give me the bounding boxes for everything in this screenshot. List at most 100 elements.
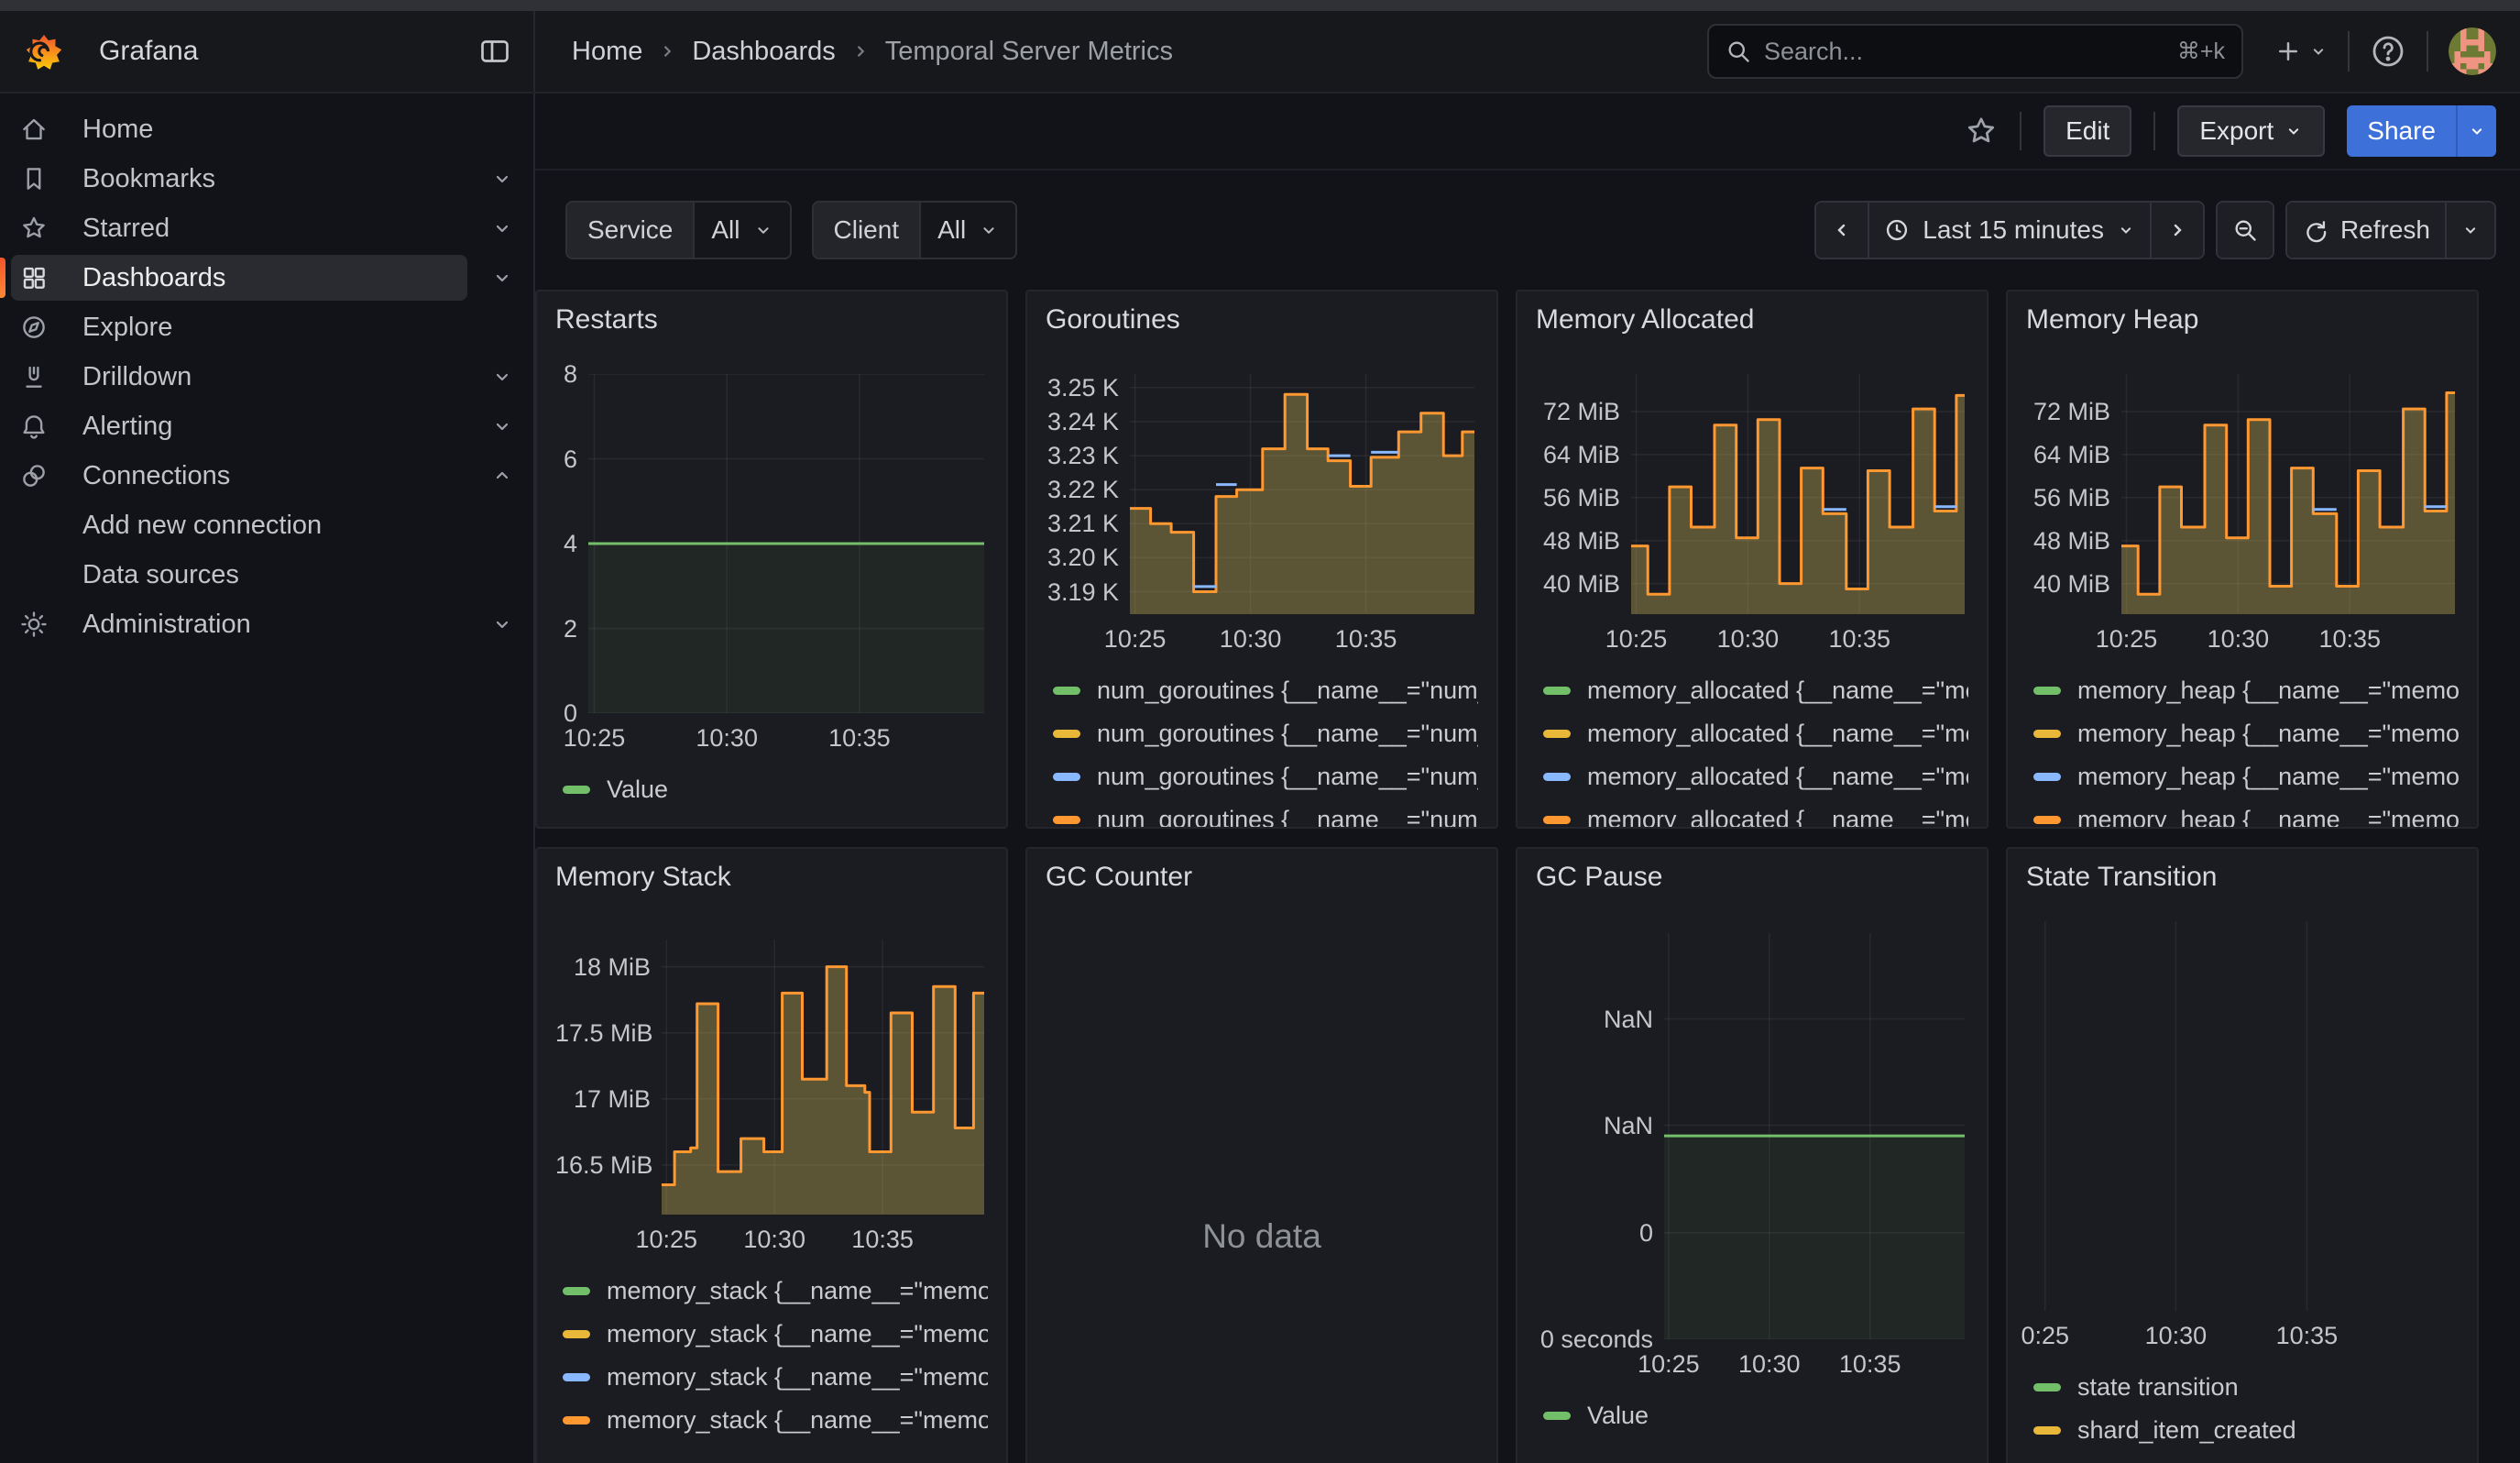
panel-title[interactable]: GC Counter bbox=[1046, 862, 1478, 902]
series-label: memory_heap {__name__="memory_h bbox=[2077, 720, 2459, 748]
legend-item[interactable]: state transition bbox=[2033, 1366, 2459, 1409]
legend-item[interactable]: shard_item_created bbox=[2033, 1409, 2459, 1452]
y-axis-tick: 17 MiB bbox=[555, 1085, 651, 1114]
search-shortcut: ⌘+k bbox=[2177, 38, 2225, 65]
compass-icon bbox=[20, 314, 48, 341]
share-menu-button[interactable] bbox=[2456, 105, 2496, 157]
panel-memory-heap: Memory Heap40 MiB48 MiB56 MiB64 MiB72 Mi… bbox=[2006, 290, 2479, 829]
chevron-down-icon bbox=[491, 613, 513, 635]
panel-title[interactable]: Memory Heap bbox=[2026, 304, 2459, 345]
legend-item[interactable]: Value bbox=[1543, 1394, 1968, 1437]
series-color-swatch bbox=[1053, 816, 1080, 824]
export-button[interactable]: Export bbox=[2177, 105, 2325, 157]
legend-item[interactable]: num_goroutines {__name__="num_go bbox=[1053, 798, 1478, 829]
panel-title[interactable]: Memory Stack bbox=[555, 862, 988, 902]
series-color-swatch bbox=[2033, 1383, 2061, 1392]
edit-button[interactable]: Edit bbox=[2043, 105, 2131, 157]
sidebar-item-bookmarks[interactable]: Bookmarks bbox=[0, 154, 533, 204]
legend-item[interactable]: memory_stack {__name__="memory_s bbox=[563, 1270, 988, 1313]
series-label: memory_stack {__name__="memory_s bbox=[607, 1363, 988, 1392]
sidebar-item-drilldown[interactable]: Drilldown bbox=[0, 352, 533, 402]
time-back-button[interactable] bbox=[1816, 203, 1868, 258]
legend-item[interactable]: memory_stack {__name__="memory_s bbox=[563, 1399, 988, 1442]
sidebar-item-label: Starred bbox=[82, 214, 170, 244]
panel-grid: Restarts0246810:2510:3010:35ValueGorouti… bbox=[535, 290, 2520, 1463]
filter-value-dropdown[interactable]: All bbox=[693, 203, 789, 258]
x-axis-tick: 10:25 bbox=[636, 1226, 698, 1254]
x-axis-tick: 10:25 bbox=[1605, 625, 1668, 654]
series-color-swatch bbox=[2033, 730, 2061, 738]
legend-item[interactable]: num_goroutines {__name__="num_go bbox=[1053, 669, 1478, 712]
legend-item[interactable]: memory_allocated {__name__="memo bbox=[1543, 712, 1968, 755]
chevron-down-icon bbox=[2309, 42, 2328, 60]
refresh-button[interactable]: Refresh bbox=[2287, 203, 2445, 258]
legend-item[interactable]: memory_heap {__name__="memory_h bbox=[2033, 669, 2459, 712]
panel-gc-counter: GC CounterNo data bbox=[1025, 847, 1498, 1463]
sidebar-item-home[interactable]: Home bbox=[0, 104, 533, 154]
series-label: memory_stack {__name__="memory_s bbox=[607, 1277, 988, 1305]
clock-icon bbox=[1884, 217, 1910, 243]
time-forward-button[interactable] bbox=[2150, 203, 2203, 258]
sidebar-item-dashboards[interactable]: Dashboards bbox=[0, 253, 533, 302]
panel-title[interactable]: State Transition bbox=[2026, 862, 2459, 902]
panel-title[interactable]: Restarts bbox=[555, 304, 988, 345]
legend-item[interactable]: memory_allocated {__name__="memo bbox=[1543, 798, 1968, 829]
series-color-swatch bbox=[1543, 730, 1571, 738]
window-top-strip bbox=[0, 0, 2520, 11]
time-range-button[interactable]: Last 15 minutes bbox=[1868, 203, 2150, 258]
chevron-down-icon bbox=[979, 220, 999, 240]
y-axis-tick: 3.20 K bbox=[1046, 544, 1119, 572]
sidebar-item-explore[interactable]: Explore bbox=[0, 302, 533, 352]
share-button[interactable]: Share bbox=[2347, 105, 2456, 157]
help-icon[interactable] bbox=[2370, 33, 2406, 70]
legend-item[interactable]: num_goroutines {__name__="num_go bbox=[1053, 755, 1478, 798]
chart-plot bbox=[588, 374, 984, 713]
search-input[interactable] bbox=[1764, 38, 2164, 66]
zoom-out-button[interactable] bbox=[2218, 203, 2273, 258]
favorite-star-icon[interactable] bbox=[1965, 115, 1998, 148]
panel-legend: Value bbox=[1543, 1394, 1968, 1437]
sidebar-collapse-icon[interactable] bbox=[478, 35, 511, 68]
legend-item[interactable]: memory_allocated {__name__="memo bbox=[1543, 755, 1968, 798]
sidebar-item-alerting[interactable]: Alerting bbox=[0, 402, 533, 451]
panel-legend: memory_allocated {__name__="memomemory_a… bbox=[1543, 669, 1968, 829]
legend-item[interactable]: memory_heap {__name__="memory_h bbox=[2033, 755, 2459, 798]
breadcrumb-home[interactable]: Home bbox=[572, 37, 642, 67]
divider bbox=[2427, 31, 2428, 72]
x-axis-tick: 10:35 bbox=[1335, 625, 1397, 654]
panel-title[interactable]: Memory Allocated bbox=[1536, 304, 1968, 345]
sidebar-item-administration[interactable]: Administration bbox=[0, 600, 533, 649]
search-bar[interactable]: ⌘+k bbox=[1707, 24, 2243, 79]
legend-item[interactable]: memory_stack {__name__="memory_s bbox=[563, 1356, 988, 1399]
sidebar-item-starred[interactable]: Starred bbox=[0, 204, 533, 253]
grafana-logo bbox=[22, 28, 66, 75]
legend-item[interactable]: memory_stack {__name__="memory_s bbox=[563, 1313, 988, 1356]
filter-value-dropdown[interactable]: All bbox=[919, 203, 1015, 258]
legend-item[interactable]: memory_allocated {__name__="memo bbox=[1543, 669, 1968, 712]
sidebar-item-label: Bookmarks bbox=[82, 164, 215, 194]
y-axis-tick: 8 bbox=[555, 360, 577, 389]
chevron-down-icon bbox=[2284, 122, 2303, 140]
chevron-down-icon bbox=[491, 217, 513, 239]
sidebar-item-data-sources[interactable]: Data sources bbox=[0, 550, 533, 600]
refresh-interval-button[interactable] bbox=[2445, 203, 2494, 258]
y-axis-tick: 0 bbox=[1536, 1219, 1653, 1248]
legend-item[interactable]: num_goroutines {__name__="num_go bbox=[1053, 712, 1478, 755]
filter-label: Client bbox=[814, 203, 920, 258]
legend-item[interactable]: memory_heap {__name__="memory_h bbox=[2033, 712, 2459, 755]
user-avatar[interactable] bbox=[2449, 28, 2496, 75]
panel-title[interactable]: Goroutines bbox=[1046, 304, 1478, 345]
sidebar-item-add-new-connection[interactable]: Add new connection bbox=[0, 500, 533, 550]
x-axis-tick: 10:30 bbox=[1220, 625, 1282, 654]
breadcrumb-dashboards[interactable]: Dashboards bbox=[692, 37, 835, 67]
refresh-picker: Refresh bbox=[2285, 201, 2496, 259]
add-new-button[interactable] bbox=[2274, 38, 2328, 65]
panel-title[interactable]: GC Pause bbox=[1536, 862, 1968, 902]
y-axis-tick: 16.5 MiB bbox=[555, 1151, 651, 1180]
legend-item[interactable]: Value bbox=[563, 768, 988, 811]
legend-item[interactable]: memory_heap {__name__="memory_h bbox=[2033, 798, 2459, 829]
series-color-swatch bbox=[1543, 1412, 1571, 1420]
sidebar-item-connections[interactable]: Connections bbox=[0, 451, 533, 500]
home-icon bbox=[20, 116, 48, 143]
series-color-swatch bbox=[563, 1416, 590, 1424]
